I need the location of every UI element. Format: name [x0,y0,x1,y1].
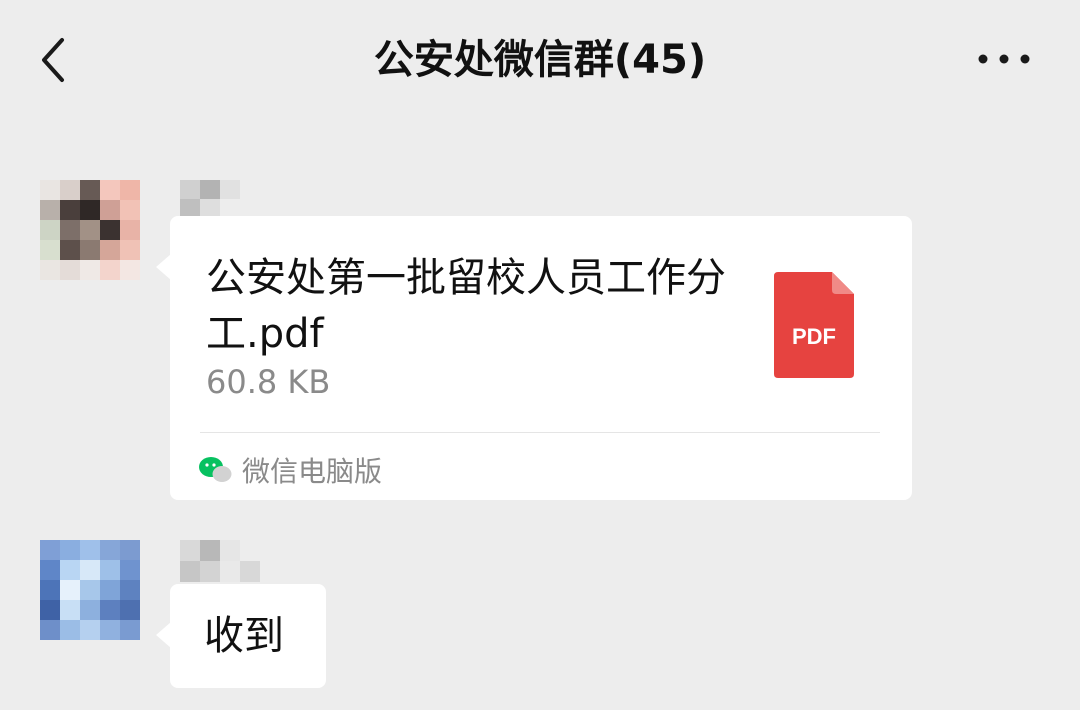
chat-header: 公安处微信群(45) [0,0,1080,120]
avatar-image [40,180,140,280]
avatar-image [40,540,140,640]
file-message[interactable]: 公安处第一批留校人员工作分工.pdf 60.8 KB PDF 微信电脑版 [156,216,912,500]
file-size: 60.8 KB [206,363,331,401]
sender-avatar[interactable] [40,540,140,640]
sender-nickname [180,540,280,582]
sender-nickname [180,180,240,218]
more-dots-icon [978,54,1030,64]
more-button[interactable] [974,44,1034,74]
divider [200,432,880,433]
source-label: 微信电脑版 [242,455,383,488]
chat-title: 公安处微信群(45) [373,37,707,83]
message-text: 收到 [204,613,284,659]
text-message[interactable]: 收到 [156,584,326,688]
sender-avatar[interactable] [40,180,140,280]
wechat-icon [199,457,232,482]
pdf-file-icon: PDF [774,272,854,378]
message-source: 微信电脑版 [198,450,382,490]
svg-text:PDF: PDF [792,324,836,349]
file-name: 公安处第一批留校人员工作分工.pdf [206,255,726,357]
